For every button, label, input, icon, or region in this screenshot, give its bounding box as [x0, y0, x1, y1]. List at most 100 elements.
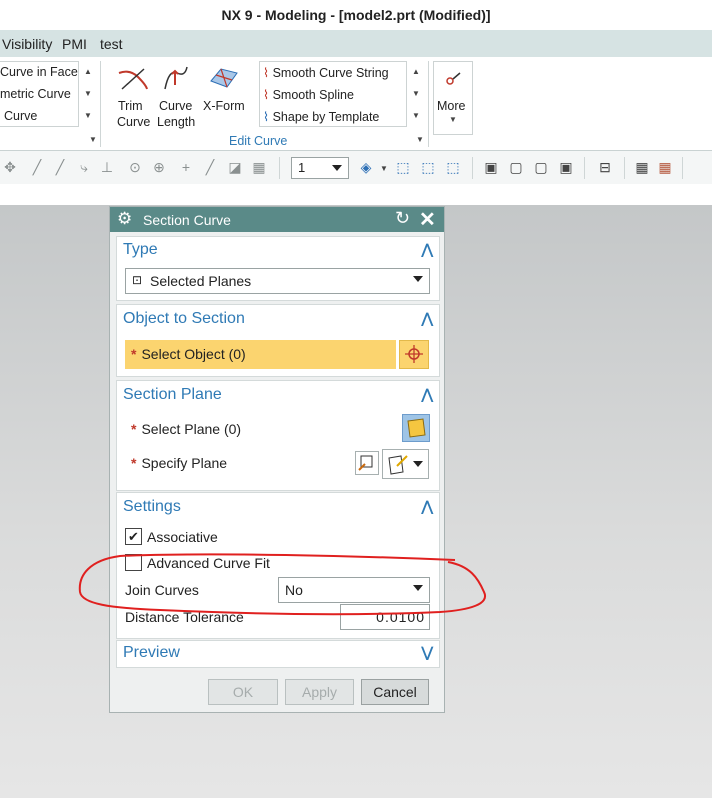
join-curves-value: No: [285, 582, 303, 598]
scroll-up-icon[interactable]: ▲: [84, 67, 92, 76]
grid-icon[interactable]: ▦: [634, 159, 650, 175]
collapse-plane-icon[interactable]: ⋀: [422, 386, 433, 403]
group-label-edit-curve: Edit Curve: [229, 134, 288, 148]
join-curves-select[interactable]: No: [278, 577, 430, 603]
collapse-object-icon[interactable]: ⋀: [422, 310, 433, 327]
required-icon: *: [131, 421, 137, 437]
group-dropdown-icon[interactable]: ▼: [89, 135, 97, 144]
object-to-section-header[interactable]: Object to Section: [123, 310, 245, 328]
type-select-value: Selected Planes: [150, 273, 252, 289]
type-group: Type ⋀ ⊡ Selected Planes: [116, 236, 440, 301]
list-scroll-up-icon[interactable]: ▲: [412, 67, 420, 76]
required-icon: *: [131, 346, 137, 362]
smooth-spline-item[interactable]: ⌇ Smooth Spline: [263, 87, 354, 102]
orient-view-icon[interactable]: ⬚: [395, 159, 411, 175]
expand-preview-icon[interactable]: ⋁: [422, 644, 433, 661]
ribbon-curve[interactable]: Curve: [4, 109, 37, 123]
mid-point-icon[interactable]: ╱: [52, 159, 68, 175]
specify-plane-text: Specify Plane: [141, 455, 228, 471]
bounded-grid-icon[interactable]: ▦: [251, 159, 267, 175]
apply-button[interactable]: Apply: [285, 679, 354, 705]
point-on-face-icon[interactable]: ◪: [227, 159, 243, 175]
close-icon[interactable]: ✕: [419, 207, 436, 232]
chevron-down-icon: [413, 276, 423, 282]
zoom-select-value: 1: [298, 160, 306, 175]
gear-icon[interactable]: ⚙: [117, 209, 132, 229]
intersection-icon[interactable]: ⊥: [99, 159, 115, 175]
plane-dialog-button[interactable]: [355, 451, 379, 475]
collapse-type-icon[interactable]: ⋀: [422, 241, 433, 258]
menu-test[interactable]: test: [100, 36, 123, 52]
divider: [100, 61, 101, 147]
select-object-label: * Select Object (0): [131, 346, 246, 362]
advanced-curve-fit-label: Advanced Curve Fit: [147, 555, 270, 571]
distance-tolerance-value: 0.0100: [376, 609, 425, 625]
shape-by-template-item[interactable]: ⌇ Shape by Template: [263, 109, 379, 124]
render-studio-icon[interactable]: ▣: [558, 159, 574, 175]
cancel-button[interactable]: Cancel: [361, 679, 429, 705]
window-title: NX 9 - Modeling - [model2.prt (Modified)…: [0, 0, 712, 30]
ribbon: Curve in Face metric Curve Curve ▲ ▼ ▼ ▼…: [0, 57, 712, 151]
more-dropdown-icon[interactable]: ▼: [449, 115, 457, 124]
zoom-select[interactable]: 1: [291, 157, 349, 179]
existing-point-icon[interactable]: +: [178, 159, 194, 175]
object-to-section-group: Object to Section ⋀ * Select Object (0): [116, 304, 440, 377]
smooth-spline-icon: ⌇: [263, 88, 270, 102]
snap-view-icon[interactable]: ⬚: [420, 159, 436, 175]
selection-toolbar: ✥ ╱ ╱ ⤷ ⊥ ⊙ ⊕ + ╱ ◪ ▦ 1 ◈ ▼ ⬚ ⬚ ⬚ ▣ ▢ ▢ …: [0, 151, 712, 185]
view-dropdown-icon[interactable]: ▼: [380, 164, 388, 173]
select-object-row[interactable]: * Select Object (0): [125, 340, 396, 369]
menu-visibility[interactable]: Visibility: [2, 36, 52, 52]
point-on-curve-icon[interactable]: ╱: [202, 159, 218, 175]
render-hidden-icon[interactable]: ▢: [533, 159, 549, 175]
render-wireframe-icon[interactable]: ▢: [508, 159, 524, 175]
arc-center-icon[interactable]: ⊙: [127, 159, 143, 175]
select-object-text: Select Object (0): [141, 346, 246, 362]
curve-length-label-2: Length: [157, 115, 196, 129]
list-expand-icon[interactable]: ▼: [412, 111, 420, 120]
xform-icon: [210, 68, 238, 88]
more-label: More: [437, 99, 466, 113]
ribbon-isoparametric-curve[interactable]: metric Curve: [0, 87, 71, 101]
specify-plane-label: * Specify Plane: [131, 455, 227, 471]
join-curves-label: Join Curves: [125, 582, 199, 598]
list-scroll-down-icon[interactable]: ▼: [412, 89, 420, 98]
settings-header[interactable]: Settings: [123, 498, 181, 516]
control-point-icon[interactable]: ⤷: [76, 159, 92, 175]
snap-grid-icon[interactable]: ▦: [657, 159, 673, 175]
select-object-button[interactable]: [399, 340, 429, 369]
dialog-title: Section Curve: [143, 212, 231, 228]
collapse-settings-icon[interactable]: ⋀: [422, 498, 433, 515]
section-curve-dialog: ⚙ Section Curve ↻ ✕ Type ⋀ ⊡ Selected Pl…: [109, 206, 445, 713]
advanced-curve-fit-checkbox[interactable]: [125, 554, 142, 571]
quadrant-icon[interactable]: ⊕: [151, 159, 167, 175]
view-direction-icon[interactable]: ◈: [358, 159, 374, 175]
ribbon-curve-in-face[interactable]: Curve in Face: [0, 65, 78, 79]
measure-icon[interactable]: ⊟: [597, 159, 613, 175]
end-point-icon[interactable]: ╱: [29, 159, 45, 175]
associative-label: Associative: [147, 529, 218, 545]
preview-header[interactable]: Preview: [123, 644, 180, 662]
required-icon: *: [131, 455, 137, 471]
type-header[interactable]: Type: [123, 241, 158, 259]
wcs-icon[interactable]: ⬚: [445, 159, 461, 175]
divider: [428, 61, 429, 147]
distance-tolerance-input[interactable]: 0.0100: [340, 604, 430, 630]
select-plane-button[interactable]: [402, 414, 430, 442]
snap-point-icon[interactable]: ✥: [2, 159, 18, 175]
associative-checkbox[interactable]: ✔: [125, 528, 142, 545]
divider: [682, 157, 683, 179]
render-shaded-icon[interactable]: ▣: [483, 159, 499, 175]
trim-curve-label-1: Trim: [118, 99, 143, 113]
edit-curve-dropdown-icon[interactable]: ▼: [416, 135, 424, 144]
inferred-plane-select[interactable]: [382, 449, 429, 479]
smooth-curve-string-item[interactable]: ⌇ Smooth Curve String: [263, 65, 389, 80]
curve-length-icon: [164, 66, 188, 90]
reset-icon[interactable]: ↻: [395, 208, 410, 229]
type-select[interactable]: ⊡ Selected Planes: [125, 268, 430, 294]
ok-button[interactable]: OK: [208, 679, 278, 705]
menu-pmi[interactable]: PMI: [62, 36, 87, 52]
scroll-down-icon[interactable]: ▼: [84, 89, 92, 98]
expand-gallery-icon[interactable]: ▼: [84, 111, 92, 120]
section-plane-header[interactable]: Section Plane: [123, 386, 222, 404]
